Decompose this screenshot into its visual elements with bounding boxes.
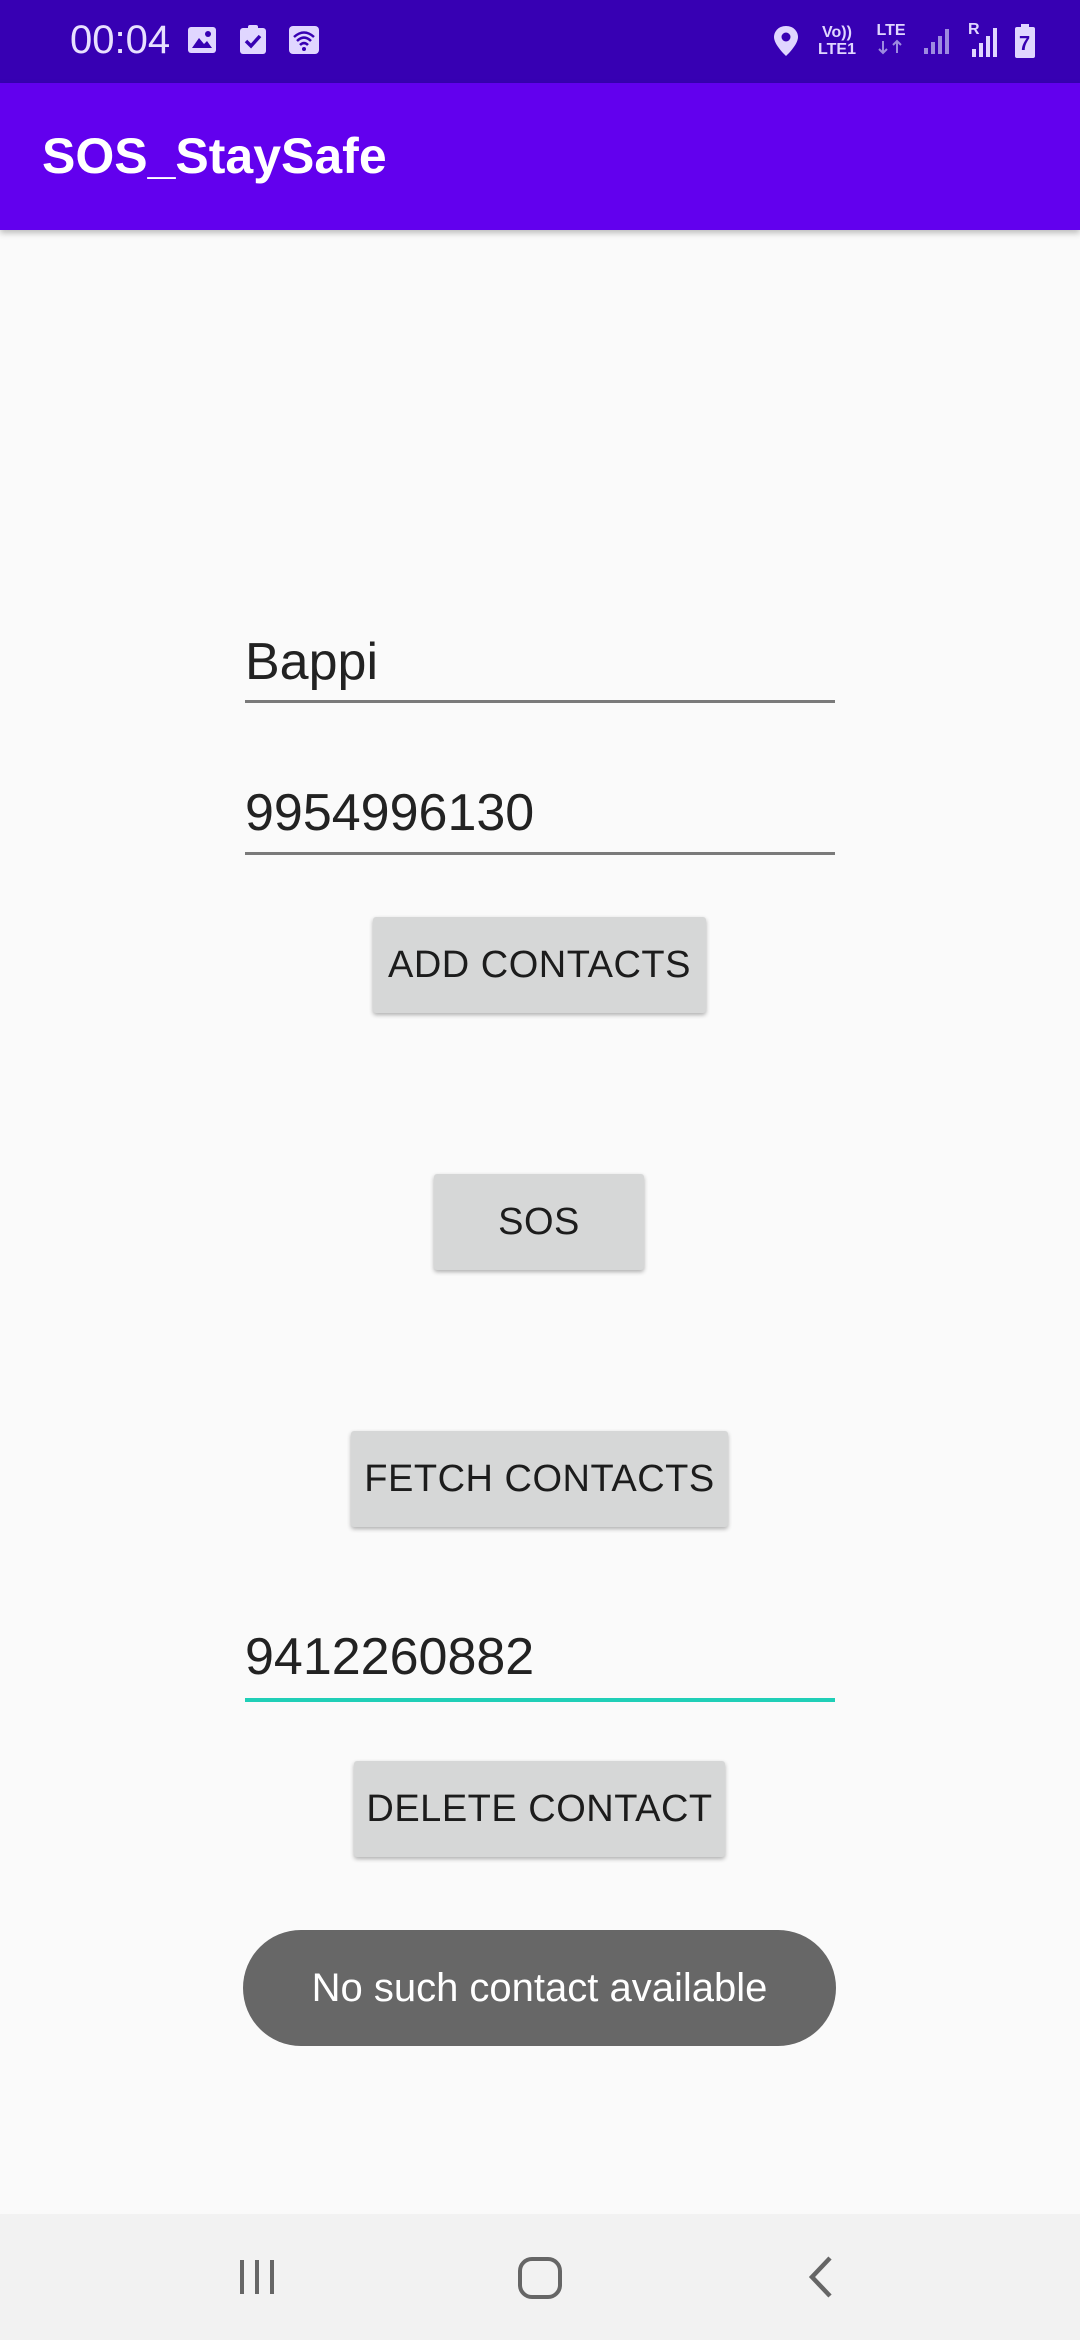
signal-roaming-icon: R [966, 21, 1000, 59]
phone-field[interactable]: 9954996130 [245, 783, 835, 855]
name-field-value[interactable]: Bappi [245, 632, 835, 692]
sos-button[interactable]: SOS [434, 1174, 644, 1270]
name-field-underline [245, 700, 835, 703]
app-title: SOS_StaySafe [42, 128, 387, 184]
delete-phone-field-value[interactable]: 9412260882 [245, 1627, 835, 1687]
lte-icon: LTE [874, 22, 908, 60]
delete-phone-field-underline [245, 1698, 835, 1702]
toast-message: No such contact available [243, 1930, 836, 2046]
delete-phone-field[interactable]: 9412260882 [245, 1627, 835, 1702]
phone-field-value[interactable]: 9954996130 [245, 783, 835, 843]
nav-bar [0, 2214, 1080, 2340]
status-bar: 00:04 Vo)) LTE1 LTE R 7 [0, 0, 1080, 83]
name-field[interactable]: Bappi [245, 632, 835, 703]
volte-icon: Vo)) LTE1 [818, 24, 856, 58]
phone-field-underline [245, 852, 835, 855]
fetch-contacts-button[interactable]: FETCH CONTACTS [351, 1431, 728, 1527]
app-bar: SOS_StaySafe [0, 83, 1080, 230]
signal-icon [924, 29, 949, 54]
checkbox-icon [240, 25, 266, 54]
location-icon [774, 26, 798, 56]
status-left-icons [186, 24, 320, 56]
status-time: 00:04 [70, 18, 171, 62]
recents-icon[interactable] [236, 2252, 278, 2302]
add-contacts-button[interactable]: ADD CONTACTS [373, 917, 706, 1013]
image-icon [188, 27, 216, 53]
status-right-icons: Vo)) LTE1 LTE R 7 [772, 21, 1036, 60]
battery-charging-icon: 7 [1014, 23, 1036, 59]
wifi-icon [289, 26, 319, 54]
back-icon[interactable] [800, 2252, 840, 2302]
delete-contact-button[interactable]: DELETE CONTACT [354, 1761, 725, 1857]
home-icon[interactable] [515, 2252, 565, 2302]
